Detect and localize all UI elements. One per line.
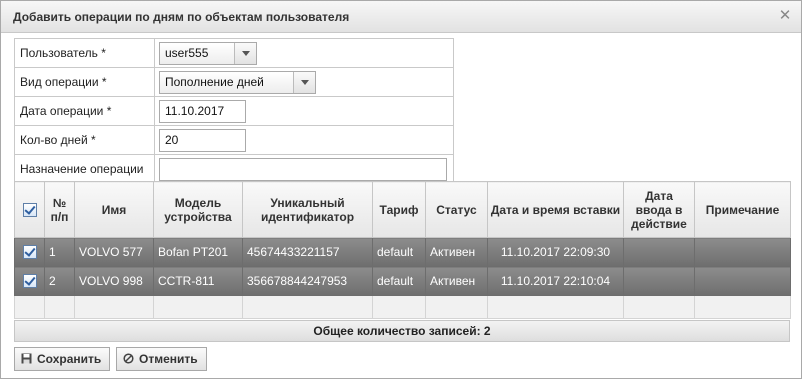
dialog-titlebar[interactable]: Добавить операции по дням по объектам по…: [1, 1, 801, 33]
cell-effective: [623, 237, 695, 267]
date-label: Дата операции: [20, 104, 104, 118]
cell-num: 2: [44, 266, 75, 296]
table-row[interactable]: 2 VOLVO 998 CCTR-811 356678844247953 def…: [14, 266, 791, 296]
save-button[interactable]: Сохранить: [14, 347, 111, 371]
col-model[interactable]: Модель устройства: [153, 181, 243, 238]
records-total: Общее количество записей: 2: [14, 320, 790, 342]
cell-note: [694, 266, 791, 296]
user-select-value: user555: [165, 45, 209, 60]
select-all-header[interactable]: [14, 181, 45, 238]
col-tariff[interactable]: Тариф: [372, 181, 426, 238]
required-mark: *: [91, 133, 96, 147]
chevron-down-icon[interactable]: [293, 71, 315, 93]
select-all-checkbox[interactable]: [22, 202, 37, 217]
date-input[interactable]: 11.10.2017: [159, 99, 246, 123]
cell-effective: [623, 266, 695, 296]
cell-status: Активен: [425, 266, 488, 296]
col-status[interactable]: Статус: [425, 181, 488, 238]
row-checkbox[interactable]: [22, 245, 37, 260]
col-effective[interactable]: Дата ввода в действие: [623, 181, 695, 238]
days-label: Кол-во дней: [20, 133, 88, 147]
cell-tariff: default: [372, 237, 426, 267]
op-type-select[interactable]: Пополнение дней: [159, 70, 316, 94]
col-note[interactable]: Примечание: [694, 181, 791, 238]
user-select[interactable]: user555: [159, 41, 257, 65]
empty-row: [14, 295, 791, 319]
cell-tariff: default: [372, 266, 426, 296]
cell-name: VOLVO 577: [74, 237, 154, 267]
chevron-down-icon[interactable]: [234, 42, 256, 64]
required-mark: *: [101, 46, 106, 60]
cancel-icon: [123, 353, 134, 364]
col-uid[interactable]: Уникальный идентификатор: [242, 181, 373, 238]
cell-status: Активен: [425, 237, 488, 267]
purpose-label: Назначение операции: [20, 162, 144, 176]
dialog-title: Добавить операции по дням по объектам по…: [13, 10, 350, 24]
dialog-window: Добавить операции по дням по объектам по…: [0, 0, 802, 379]
col-name[interactable]: Имя: [74, 181, 154, 238]
required-mark: *: [106, 104, 112, 118]
operation-form: Пользователь * user555 Вид операции * По…: [14, 38, 454, 184]
cell-uid: 45674433221157: [242, 237, 373, 267]
close-icon[interactable]: ✕: [777, 8, 793, 24]
cell-inserted: 11.10.2017 22:09:30: [487, 237, 624, 267]
user-label: Пользователь: [20, 46, 98, 60]
row-checkbox[interactable]: [22, 274, 37, 289]
days-input[interactable]: 20: [159, 128, 246, 152]
cell-num: 1: [44, 237, 75, 267]
cell-inserted: 11.10.2017 22:10:04: [487, 266, 624, 296]
cancel-button-label: Отменить: [139, 352, 198, 366]
objects-grid: № п/п Имя Модель устройства Уникальный и…: [14, 181, 791, 319]
cancel-button[interactable]: Отменить: [116, 347, 207, 371]
purpose-input[interactable]: [159, 157, 447, 181]
op-type-label: Вид операции: [20, 75, 99, 89]
save-button-label: Сохранить: [37, 352, 102, 366]
op-type-select-value: Пополнение дней: [165, 74, 264, 89]
cell-uid: 356678844247953: [242, 266, 373, 296]
cell-note: [694, 237, 791, 267]
cell-model: Bofan PT201: [153, 237, 243, 267]
col-num[interactable]: № п/п: [44, 181, 75, 238]
required-mark: *: [101, 75, 107, 89]
table-row[interactable]: 1 VOLVO 577 Bofan PT201 45674433221157 d…: [14, 237, 791, 267]
save-icon: [21, 353, 32, 364]
cell-name: VOLVO 998: [74, 266, 154, 296]
cell-model: CCTR-811: [153, 266, 243, 296]
col-inserted[interactable]: Дата и время вставки: [487, 181, 624, 238]
